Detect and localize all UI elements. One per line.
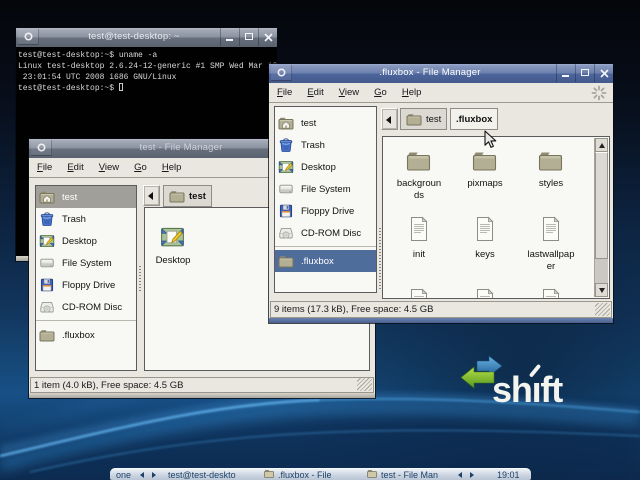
svg-text:shıft: shıft: [492, 369, 563, 406]
